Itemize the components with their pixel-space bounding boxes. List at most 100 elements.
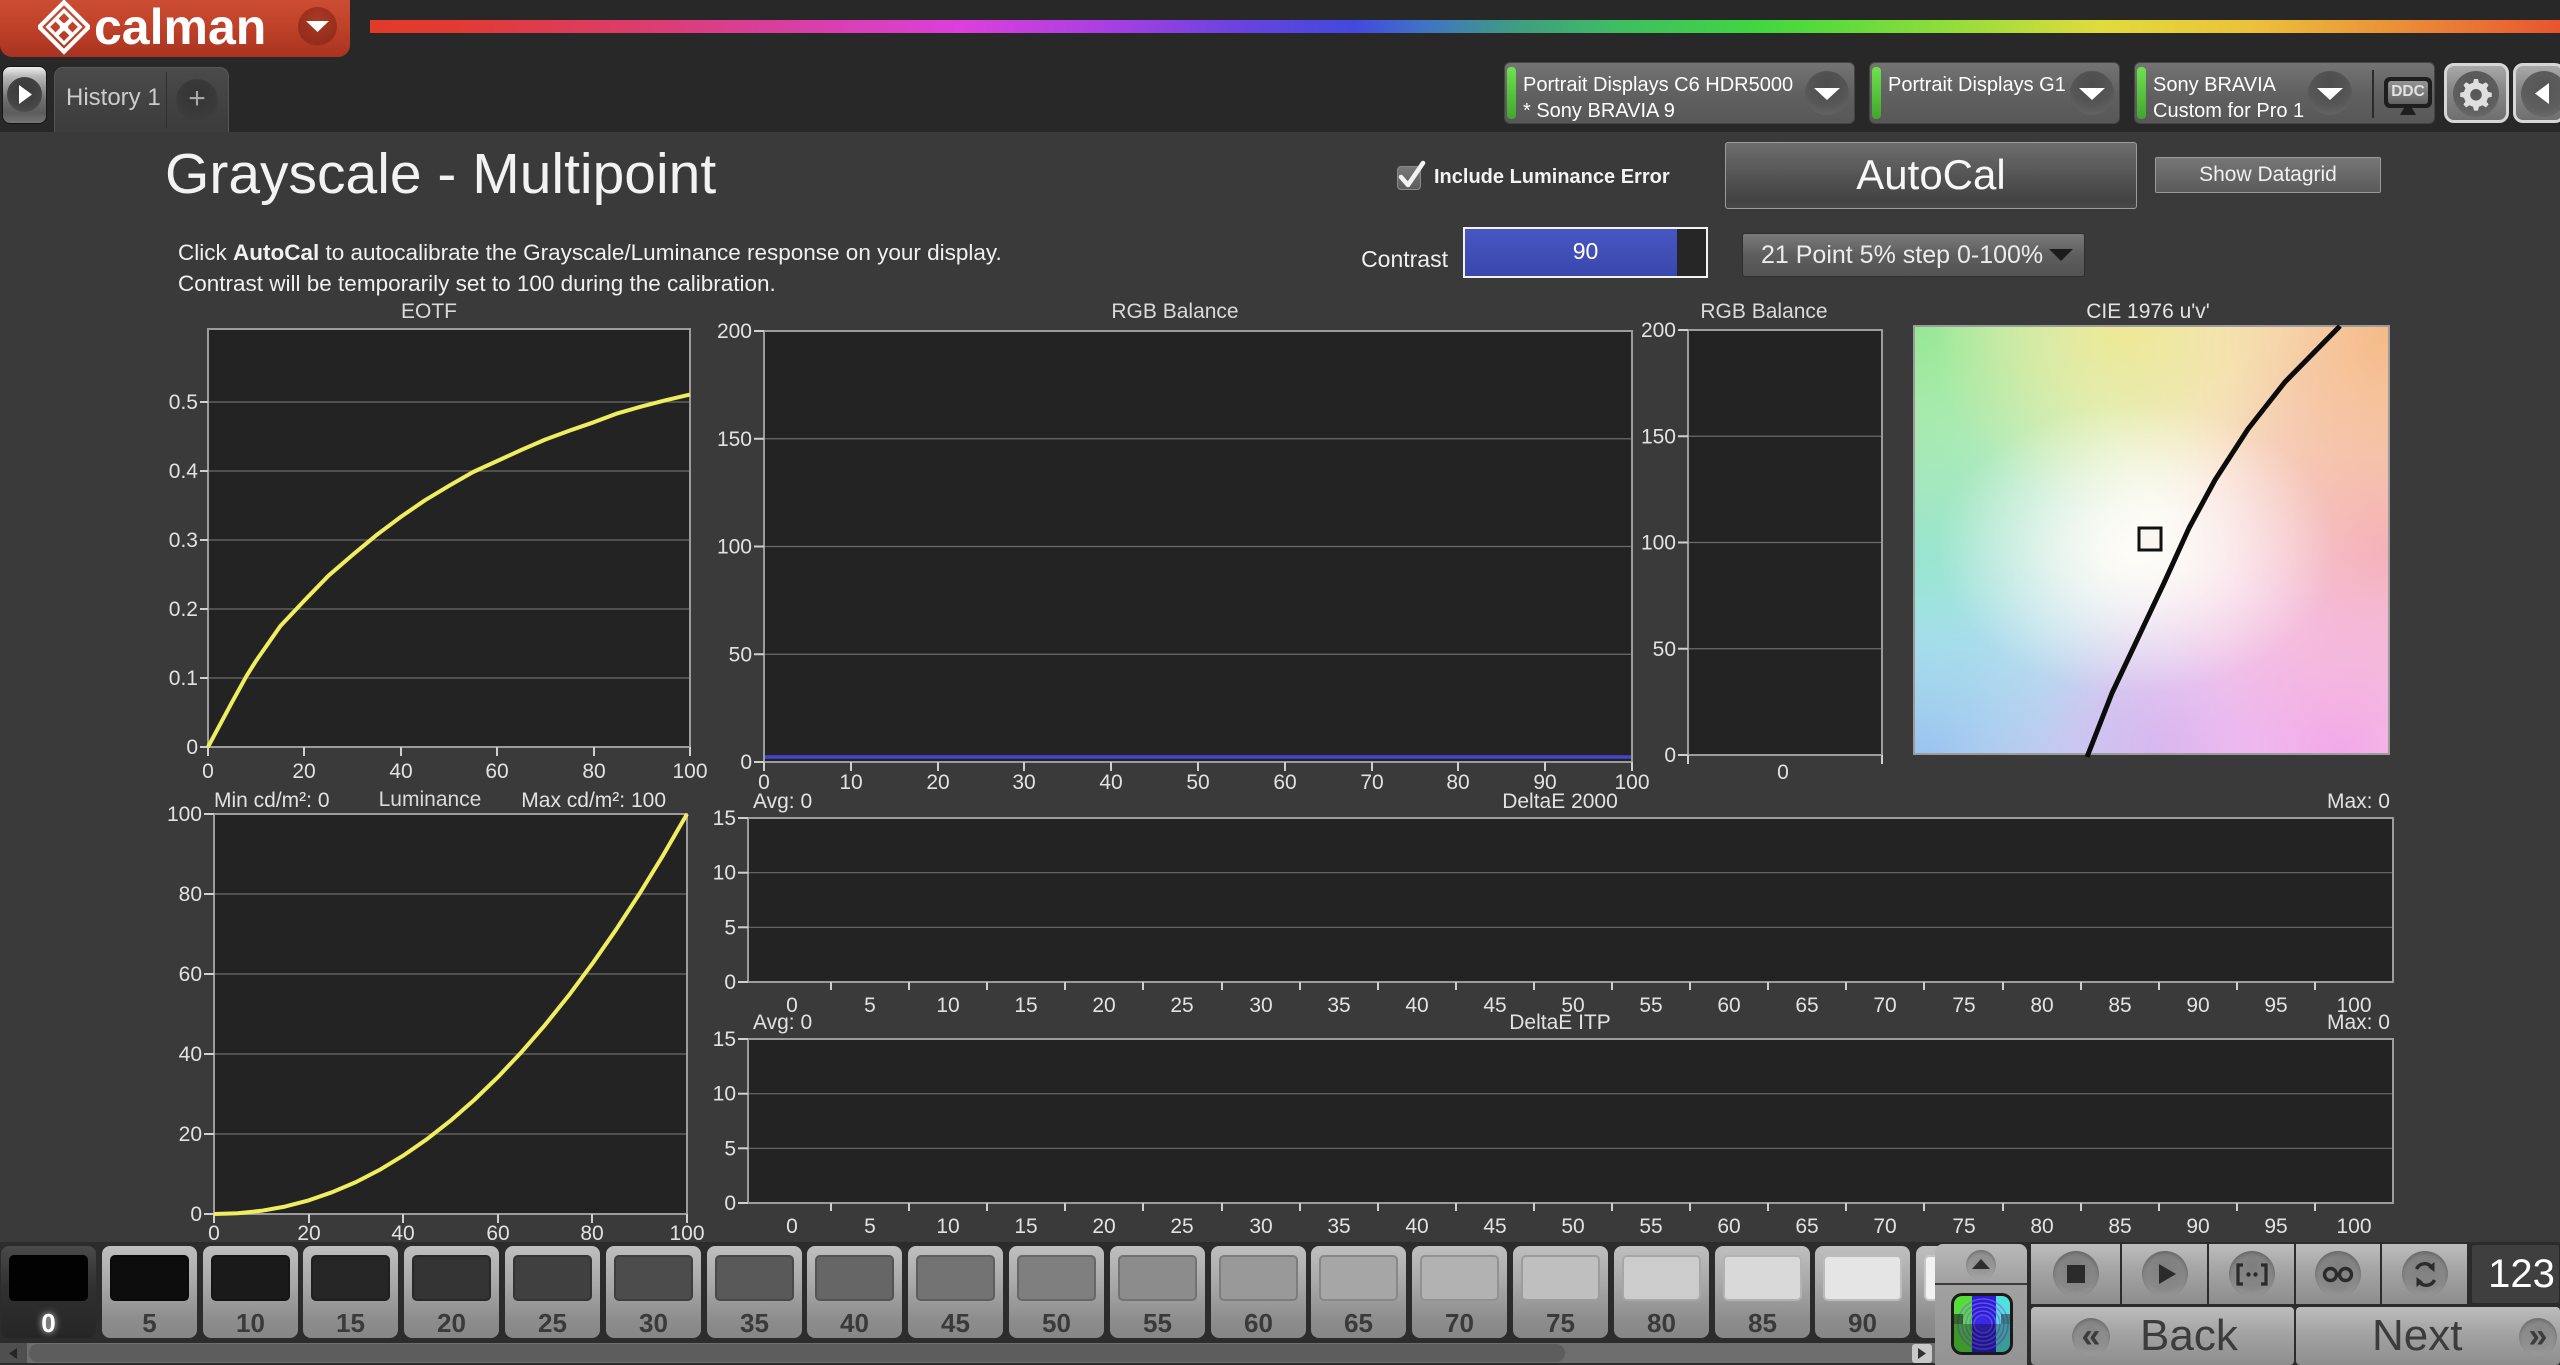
svg-text:0: 0: [740, 751, 752, 774]
svg-text:60: 60: [1717, 994, 1740, 1017]
svg-text:10: 10: [713, 1083, 736, 1106]
svg-text:80: 80: [179, 883, 202, 906]
svg-text:40: 40: [391, 1222, 414, 1245]
svg-text:100: 100: [669, 1222, 704, 1245]
svg-text:0: 0: [186, 736, 198, 759]
svg-text:60: 60: [485, 760, 508, 783]
svg-text:30: 30: [1249, 1215, 1272, 1238]
svg-text:5: 5: [724, 916, 736, 939]
svg-text:0.1: 0.1: [169, 667, 198, 690]
svg-text:40: 40: [1405, 1215, 1428, 1238]
svg-text:30: 30: [1012, 771, 1035, 794]
svg-text:80: 80: [582, 760, 605, 783]
svg-text:DeltaE ITP: DeltaE ITP: [1509, 1011, 1611, 1034]
svg-text:0: 0: [1664, 744, 1676, 767]
svg-text:50: 50: [729, 643, 752, 666]
svg-text:90: 90: [2186, 1215, 2209, 1238]
svg-text:Max cd/m²: 100: Max cd/m²: 100: [521, 789, 666, 812]
svg-text:CIE 1976 u'v': CIE 1976 u'v': [2086, 300, 2210, 323]
svg-text:Max: 0: Max: 0: [2327, 790, 2390, 813]
svg-text:200: 200: [717, 320, 752, 343]
svg-text:50: 50: [1561, 1215, 1584, 1238]
svg-text:0: 0: [208, 1222, 220, 1245]
svg-text:20: 20: [1092, 994, 1115, 1017]
svg-text:100: 100: [1614, 771, 1649, 794]
svg-text:15: 15: [1014, 994, 1037, 1017]
svg-text:0: 0: [202, 760, 214, 783]
svg-text:70: 70: [1873, 994, 1896, 1017]
svg-text:50: 50: [1653, 638, 1676, 661]
svg-text:Avg: 0: Avg: 0: [753, 1011, 812, 1034]
svg-text:0: 0: [190, 1203, 202, 1226]
svg-text:25: 25: [1170, 1215, 1193, 1238]
svg-text:200: 200: [1641, 319, 1676, 342]
svg-text:RGB Balance: RGB Balance: [1111, 300, 1238, 323]
svg-text:35: 35: [1327, 1215, 1350, 1238]
svg-text:Max: 0: Max: 0: [2327, 1011, 2390, 1034]
svg-text:45: 45: [1483, 1215, 1506, 1238]
svg-text:0: 0: [1777, 761, 1789, 784]
svg-text:5: 5: [864, 1215, 876, 1238]
svg-text:30: 30: [1249, 994, 1272, 1017]
svg-text:Min cd/m²: 0: Min cd/m²: 0: [214, 789, 330, 812]
svg-text:100: 100: [167, 803, 202, 826]
svg-text:DeltaE 2000: DeltaE 2000: [1502, 790, 1618, 813]
svg-text:45: 45: [1483, 994, 1506, 1017]
svg-text:35: 35: [1327, 994, 1350, 1017]
svg-text:55: 55: [1639, 994, 1662, 1017]
svg-text:0.3: 0.3: [169, 529, 198, 552]
svg-text:40: 40: [179, 1043, 202, 1066]
svg-text:55: 55: [1639, 1215, 1662, 1238]
svg-text:5: 5: [724, 1137, 736, 1160]
svg-text:20: 20: [926, 771, 949, 794]
svg-text:150: 150: [1641, 425, 1676, 448]
svg-text:0: 0: [724, 971, 736, 994]
svg-text:85: 85: [2108, 994, 2131, 1017]
svg-text:75: 75: [1952, 1215, 1975, 1238]
svg-text:65: 65: [1795, 994, 1818, 1017]
svg-text:40: 40: [1405, 994, 1428, 1017]
svg-text:20: 20: [1092, 1215, 1115, 1238]
svg-text:10: 10: [936, 1215, 959, 1238]
svg-text:150: 150: [717, 428, 752, 451]
svg-text:60: 60: [486, 1222, 509, 1245]
svg-text:15: 15: [1014, 1215, 1037, 1238]
svg-text:80: 80: [1446, 771, 1469, 794]
svg-text:10: 10: [713, 862, 736, 885]
svg-text:20: 20: [292, 760, 315, 783]
svg-text:25: 25: [1170, 994, 1193, 1017]
svg-text:95: 95: [2264, 1215, 2287, 1238]
svg-text:20: 20: [297, 1222, 320, 1245]
svg-text:15: 15: [713, 1028, 736, 1051]
svg-text:10: 10: [839, 771, 862, 794]
svg-text:65: 65: [1795, 1215, 1818, 1238]
svg-text:100: 100: [2336, 1215, 2371, 1238]
svg-text:Luminance: Luminance: [379, 788, 482, 811]
svg-text:95: 95: [2264, 994, 2287, 1017]
svg-text:50: 50: [1186, 771, 1209, 794]
svg-text:40: 40: [389, 760, 412, 783]
svg-text:0: 0: [786, 1215, 798, 1238]
svg-text:EOTF: EOTF: [401, 300, 457, 323]
svg-text:70: 70: [1873, 1215, 1896, 1238]
svg-text:40: 40: [1099, 771, 1122, 794]
svg-text:80: 80: [580, 1222, 603, 1245]
svg-text:80: 80: [2030, 994, 2053, 1017]
svg-text:100: 100: [1641, 532, 1676, 555]
svg-text:70: 70: [1360, 771, 1383, 794]
svg-text:Avg: 0: Avg: 0: [753, 790, 812, 813]
svg-text:100: 100: [672, 760, 707, 783]
svg-text:10: 10: [936, 994, 959, 1017]
svg-text:60: 60: [1273, 771, 1296, 794]
svg-text:RGB Balance: RGB Balance: [1700, 300, 1827, 323]
svg-text:90: 90: [2186, 994, 2209, 1017]
svg-text:85: 85: [2108, 1215, 2131, 1238]
svg-text:15: 15: [713, 807, 736, 830]
svg-text:20: 20: [179, 1123, 202, 1146]
svg-text:0.4: 0.4: [169, 460, 199, 483]
svg-text:5: 5: [864, 994, 876, 1017]
svg-text:75: 75: [1952, 994, 1975, 1017]
svg-text:60: 60: [1717, 1215, 1740, 1238]
svg-text:0.2: 0.2: [169, 598, 198, 621]
svg-text:0: 0: [724, 1192, 736, 1215]
